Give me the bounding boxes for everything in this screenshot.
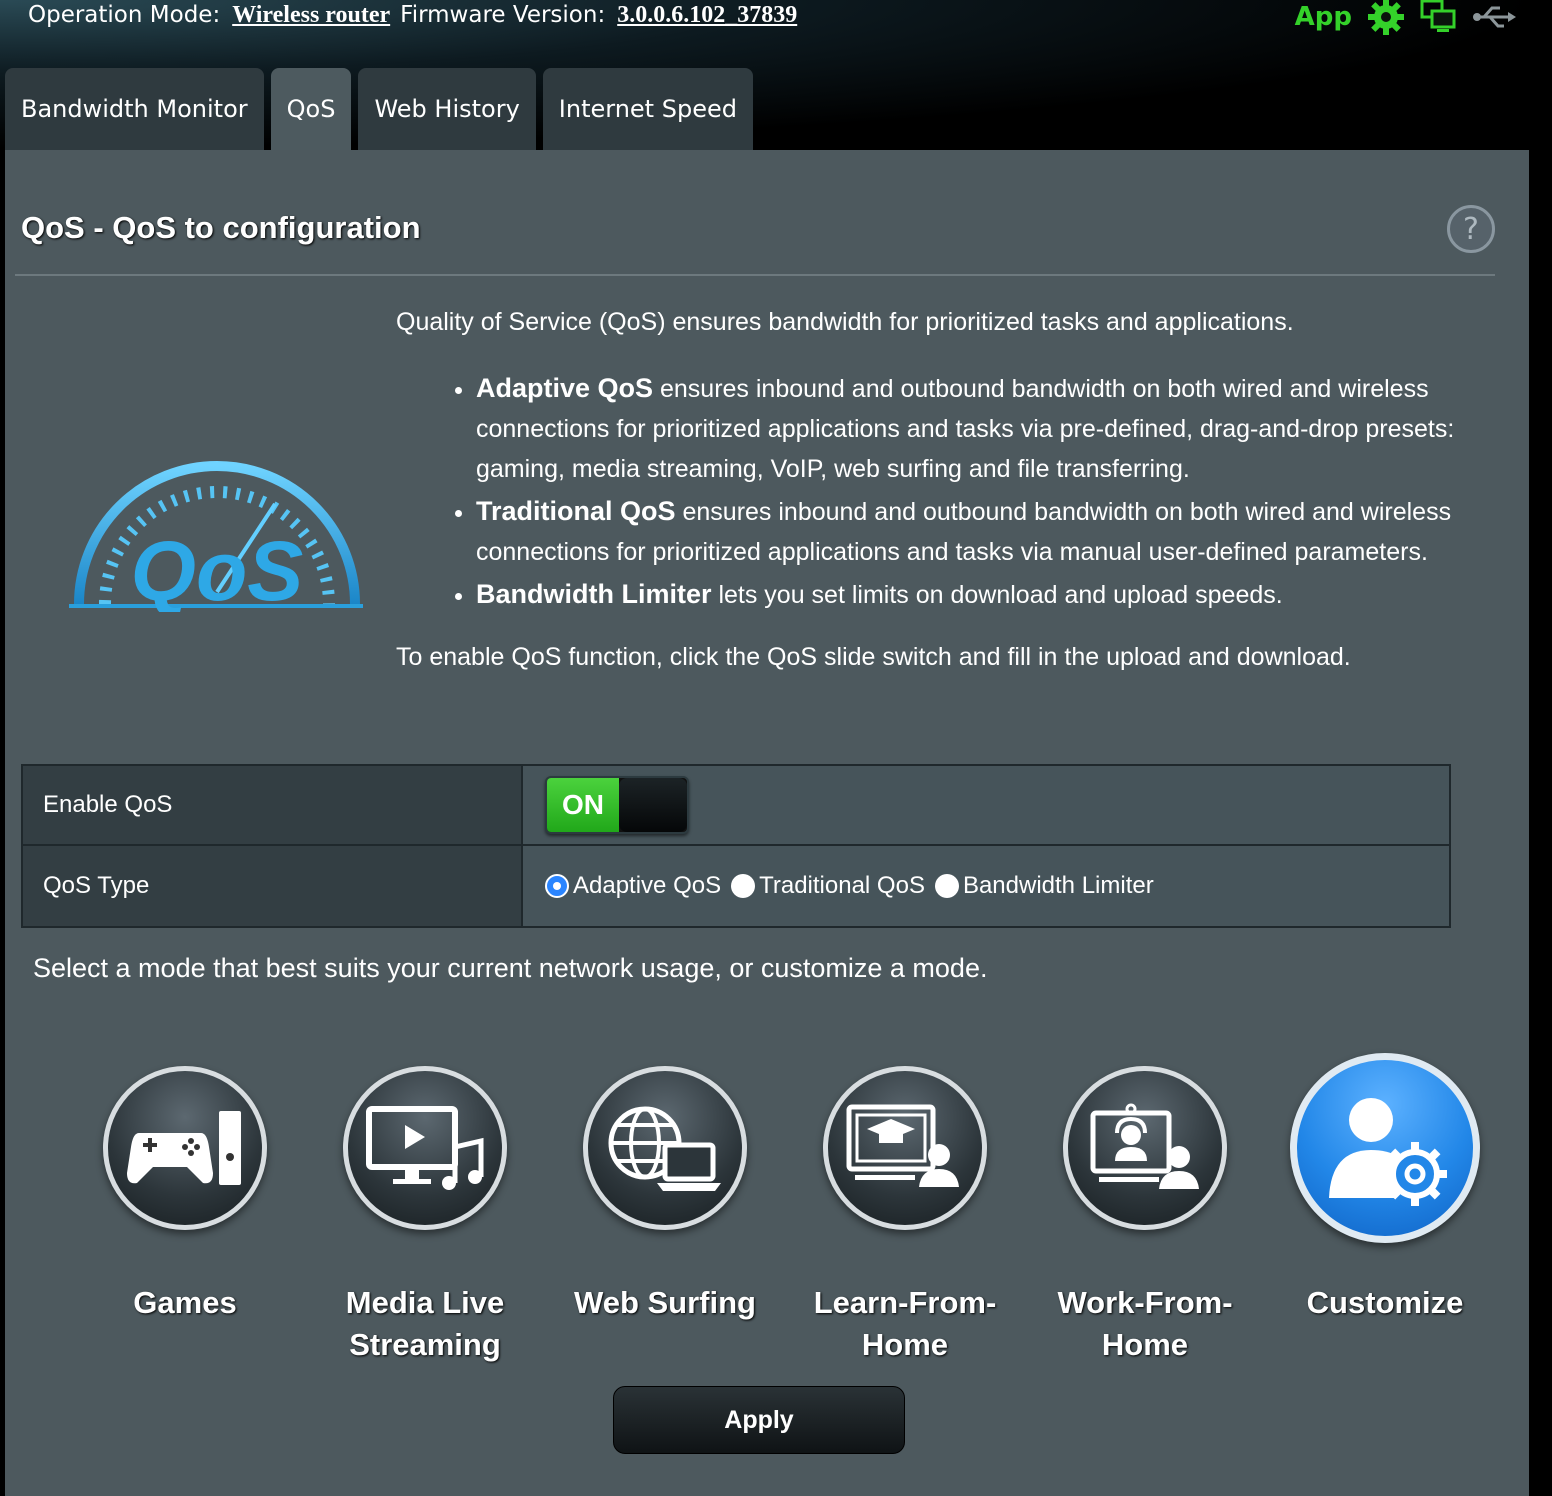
radio-label: Bandwidth Limiter: [962, 872, 1154, 899]
operation-mode-link[interactable]: Wireless router: [232, 2, 390, 29]
list-item: Bandwidth Limiter lets you set limits on…: [476, 574, 1476, 615]
tab-qos[interactable]: QoS: [270, 68, 352, 150]
table-row: Enable QoS ON: [23, 766, 1449, 846]
radio-bandwidth-limiter[interactable]: Bandwidth Limiter: [934, 872, 1154, 900]
mode-work-from-home[interactable]: Work-From- Home: [1025, 1050, 1265, 1366]
toggle-on-label: ON: [547, 778, 619, 832]
mode-instruction: Select a mode that best suits your curre…: [33, 953, 988, 983]
app-label[interactable]: App: [1295, 2, 1352, 32]
network-icon[interactable]: [1420, 0, 1458, 35]
customize-icon: [1329, 1098, 1447, 1206]
qos-type-cell: Adaptive QoS Traditional QoS Bandwidth L…: [523, 846, 1449, 926]
tab-label: Internet Speed: [558, 95, 737, 123]
mode-circle: [583, 1066, 747, 1230]
status-bar: Operation Mode: Wireless router Firmware…: [28, 0, 807, 30]
radio-dot: [731, 874, 756, 898]
apply-button[interactable]: Apply: [613, 1386, 905, 1454]
qos-type-label: QoS Type: [23, 846, 523, 926]
radio-traditional-qos[interactable]: Traditional QoS: [731, 872, 925, 900]
tab-bandwidth-monitor[interactable]: Bandwidth Monitor: [5, 68, 264, 150]
description: Quality of Service (QoS) ensures bandwid…: [396, 302, 1476, 677]
main-panel: QoS - QoS to configuration ? QoS Quality…: [5, 150, 1529, 1496]
learn-from-home-icon: [846, 1104, 959, 1187]
tab-label: Bandwidth Monitor: [21, 95, 248, 123]
bullet-term: Adaptive QoS: [476, 373, 654, 403]
gamepad-icon: [127, 1111, 241, 1185]
enable-qos-label: Enable QoS: [23, 766, 523, 844]
mode-label: Work-From- Home: [1057, 1285, 1233, 1362]
mode-label: Customize: [1306, 1285, 1464, 1320]
mode-customize[interactable]: Customize: [1265, 1050, 1505, 1366]
mode-label: Games: [133, 1285, 237, 1320]
media-streaming-icon: [366, 1106, 484, 1190]
firmware-link[interactable]: 3.0.0.6.102_37839: [617, 2, 797, 29]
radio-adaptive-qos[interactable]: Adaptive QoS: [545, 872, 721, 900]
mode-games[interactable]: Games: [65, 1050, 305, 1366]
mode-circle: [1290, 1053, 1480, 1243]
mode-circle: [1063, 1066, 1227, 1230]
bullet-text: lets you set limits on download and uplo…: [711, 581, 1283, 609]
tab-web-history[interactable]: Web History: [358, 68, 536, 150]
mode-circle: [103, 1066, 267, 1230]
mode-label: Learn-From- Home: [813, 1285, 997, 1362]
tab-label: Web History: [374, 95, 520, 123]
svg-text:QoS: QoS: [131, 524, 304, 612]
mode-web-surfing[interactable]: Web Surfing: [545, 1050, 785, 1366]
tab-label: QoS: [286, 95, 336, 123]
enable-note: To enable QoS function, click the QoS sl…: [396, 643, 1351, 671]
mode-circle: [823, 1066, 987, 1230]
radio-label: Adaptive QoS: [573, 872, 722, 899]
intro-text: Quality of Service (QoS) ensures bandwid…: [396, 308, 1294, 336]
help-button[interactable]: ?: [1447, 205, 1495, 253]
tab-bar: Bandwidth Monitor QoS Web History Intern…: [5, 68, 753, 150]
mode-selector: Games Media Live Streaming Web Surfing L…: [65, 1050, 1505, 1366]
work-from-home-icon: [1090, 1103, 1199, 1189]
toggle-knob: [619, 778, 687, 832]
tab-internet-speed[interactable]: Internet Speed: [542, 68, 753, 150]
mode-label: Media Live Streaming: [345, 1285, 505, 1362]
gear-icon[interactable]: [1366, 0, 1406, 37]
enable-qos-cell: ON: [523, 766, 1449, 844]
list-item: Traditional QoS ensures inbound and outb…: [476, 491, 1476, 572]
enable-qos-toggle[interactable]: ON: [545, 776, 689, 834]
top-icons: App: [1295, 0, 1516, 37]
mode-circle: [343, 1066, 507, 1230]
web-surfing-icon: [608, 1106, 721, 1191]
mode-label: Web Surfing: [574, 1285, 756, 1320]
bullet-term: Traditional QoS: [476, 496, 676, 526]
radio-dot: [934, 874, 959, 898]
qos-type-list: Adaptive QoS ensures inbound and outboun…: [396, 368, 1476, 615]
title-divider: [15, 274, 1495, 276]
mode-media-live-streaming[interactable]: Media Live Streaming: [305, 1050, 545, 1366]
table-row: QoS Type Adaptive QoS Traditional QoS Ba…: [23, 846, 1449, 926]
radio-dot: [545, 874, 569, 898]
qos-speedometer-icon: QoS: [69, 461, 363, 612]
firmware-label: Firmware Version:: [400, 2, 606, 28]
list-item: Adaptive QoS ensures inbound and outboun…: [476, 368, 1476, 489]
operation-mode-label: Operation Mode:: [28, 2, 221, 28]
usb-icon[interactable]: [1472, 2, 1516, 32]
right-edge: [1530, 0, 1552, 1496]
qos-settings-table: Enable QoS ON QoS Type Adaptive QoS Trad…: [21, 764, 1451, 928]
bullet-term: Bandwidth Limiter: [476, 579, 712, 609]
radio-label: Traditional QoS: [759, 872, 925, 899]
page-title: QoS - QoS to configuration: [21, 210, 421, 245]
mode-learn-from-home[interactable]: Learn-From- Home: [785, 1050, 1025, 1366]
